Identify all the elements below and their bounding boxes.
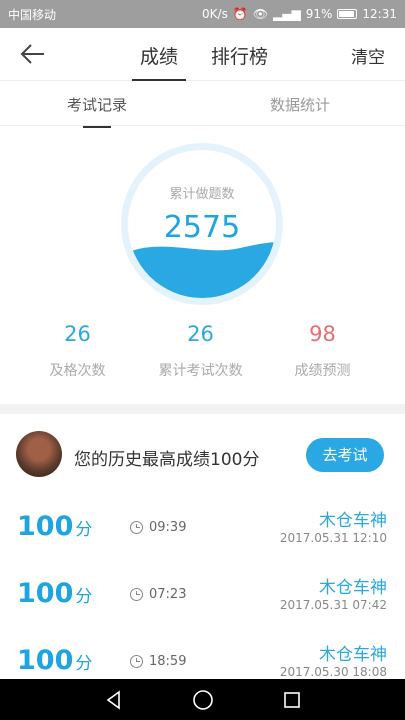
record-user: 木仓车神 bbox=[319, 511, 387, 531]
top-bar: 成绩 排行榜 清空 bbox=[0, 28, 405, 81]
duration-value: 09:39 bbox=[149, 520, 187, 535]
record-score: 100 分 bbox=[17, 578, 92, 609]
clock-time: 12:31 bbox=[362, 7, 397, 21]
score-value: 100 bbox=[17, 645, 74, 676]
duration-value: 18:59 bbox=[149, 654, 187, 669]
nav-back-icon[interactable] bbox=[104, 689, 124, 710]
score-value: 100 bbox=[17, 578, 74, 609]
tab-exam-records[interactable]: 考试记录 bbox=[67, 94, 127, 128]
score-unit: 分 bbox=[75, 520, 93, 540]
network-speed: 0K/s bbox=[202, 7, 228, 21]
tab-score[interactable]: 成绩 bbox=[131, 42, 187, 81]
status-right: 0K/s ⏰ 👁 ▂▄▆ 91% 12:31 bbox=[202, 7, 397, 21]
record-duration: 09:39 bbox=[130, 520, 186, 535]
record-score: 100 分 bbox=[17, 645, 92, 676]
clear-button[interactable]: 清空 bbox=[351, 43, 385, 68]
tab-data-stats[interactable]: 数据统计 bbox=[270, 94, 330, 115]
carrier-label: 中国移动 bbox=[8, 7, 57, 22]
wave-shape bbox=[128, 242, 276, 298]
score-unit: 分 bbox=[75, 587, 93, 607]
signal-icon: ▂▄▆ bbox=[273, 7, 301, 21]
back-arrow-icon[interactable] bbox=[18, 40, 48, 68]
section-divider bbox=[0, 404, 405, 414]
total-questions-value: 2575 bbox=[163, 210, 241, 245]
record-user: 木仓车神 bbox=[319, 645, 387, 665]
record-duration: 07:23 bbox=[130, 587, 186, 602]
record-row[interactable]: 100 分 09:39 木仓车神 2017.05.31 12:10 bbox=[0, 497, 405, 563]
record-date: 2017.05.31 12:10 bbox=[279, 531, 387, 545]
record-row[interactable]: 100 分 07:23 木仓车神 2017.05.31 07:42 bbox=[0, 564, 405, 630]
stat-prediction: 98 成绩预测 bbox=[255, 322, 390, 380]
progress-circle: 累计做题数 2575 bbox=[121, 143, 283, 305]
avatar bbox=[16, 431, 62, 477]
record-date: 2017.05.30 18:08 bbox=[279, 665, 387, 679]
battery-icon bbox=[337, 9, 358, 19]
stat-pass: 26 及格次数 bbox=[10, 322, 145, 380]
clock-icon bbox=[130, 588, 143, 601]
record-date: 2017.05.31 07:42 bbox=[279, 598, 387, 612]
clock-icon bbox=[130, 521, 143, 534]
score-value: 100 bbox=[17, 511, 74, 542]
stat-label: 成绩预测 bbox=[294, 363, 351, 379]
record-user: 木仓车神 bbox=[319, 578, 387, 598]
nav-recents-icon[interactable] bbox=[283, 691, 301, 709]
stat-label: 及格次数 bbox=[49, 363, 106, 379]
duration-value: 07:23 bbox=[149, 587, 187, 602]
status-bar: 中国移动 0K/s ⏰ 👁 ▂▄▆ 91% 12:31 bbox=[0, 0, 405, 28]
nav-home-icon[interactable] bbox=[192, 689, 214, 711]
stat-label: 累计考试次数 bbox=[158, 363, 243, 379]
sub-tabs: 考试记录 数据统计 bbox=[0, 81, 405, 128]
stat-value: 26 bbox=[64, 322, 91, 346]
total-questions-label: 累计做题数 bbox=[169, 187, 235, 202]
take-exam-button[interactable]: 去考试 bbox=[306, 438, 384, 472]
record-score: 100 分 bbox=[17, 511, 92, 542]
best-score-text: 您的历史最高成绩100分 bbox=[74, 450, 260, 470]
stat-value: 26 bbox=[187, 322, 214, 346]
score-unit: 分 bbox=[75, 654, 93, 674]
alarm-icon: ⏰ bbox=[232, 7, 248, 21]
tab-leaderboard[interactable]: 排行榜 bbox=[211, 42, 268, 69]
battery-percent: 91% bbox=[305, 7, 333, 21]
stat-exams: 26 累计考试次数 bbox=[133, 322, 268, 380]
clock-icon bbox=[130, 655, 143, 668]
stat-value: 98 bbox=[309, 322, 336, 346]
eye-icon: 👁 bbox=[252, 7, 269, 21]
record-duration: 18:59 bbox=[130, 654, 186, 669]
system-nav-bar bbox=[0, 679, 405, 720]
